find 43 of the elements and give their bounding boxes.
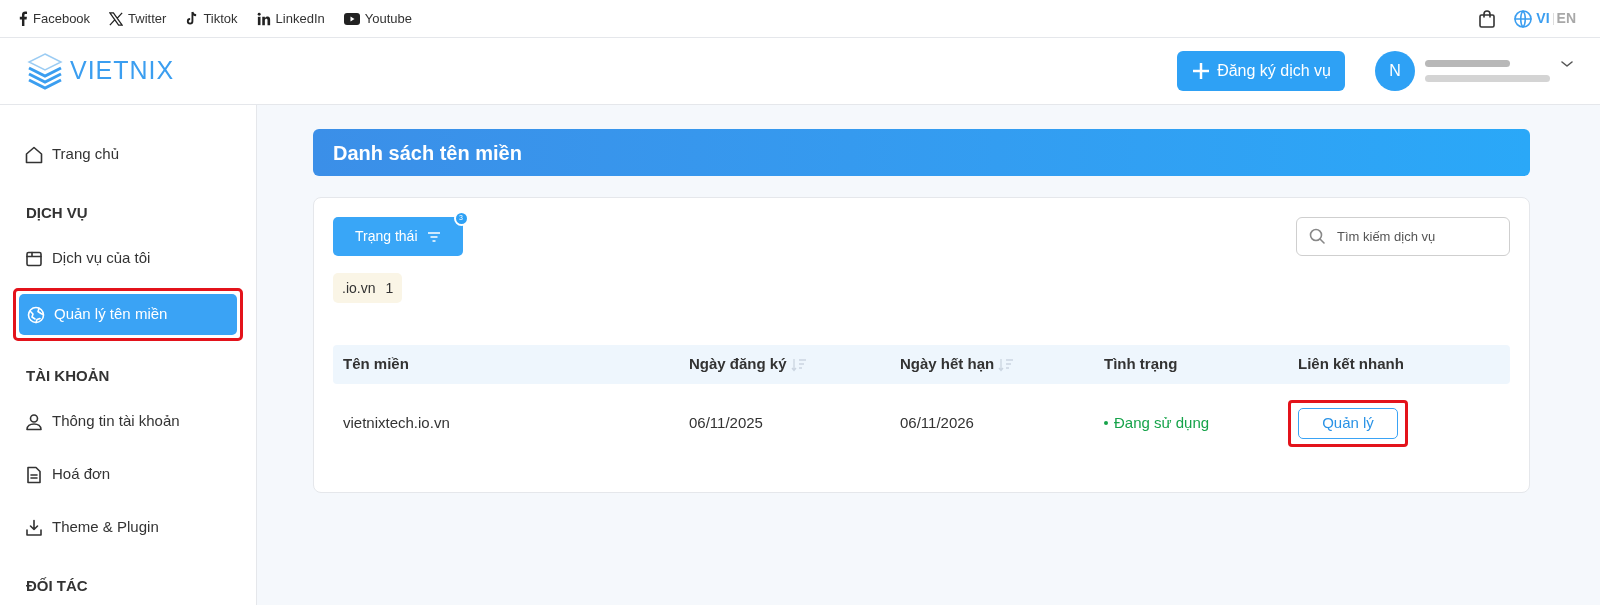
x-logo-icon [109,11,124,26]
domain-cell-text: vietnixtech.io.vn [343,412,451,433]
house-icon [24,144,44,165]
section-heading: TÀI KHOẢN [25,365,111,386]
status-text: Đang sử dụng [1114,412,1210,433]
column-header: Ngày hết hạn [900,354,995,375]
download-icon [24,517,44,538]
shopping-bag-icon[interactable] [1479,9,1496,28]
search-field[interactable]: Tìm kiếm dịch vụ [1296,217,1510,256]
filter-icon [426,230,441,243]
social-link[interactable]: Youtube [343,8,412,29]
column-header: Ngày đăng ký [689,354,787,375]
facebook-icon [18,11,28,26]
column-header: Tên miền [343,354,409,375]
filter-tag[interactable]: .io.vn 1 [333,273,403,303]
column-header: Tình trạng [1104,354,1178,375]
logo-text: VIETNIX [70,55,175,87]
globe-icon [26,304,46,325]
section-heading: DỊCH VỤ [25,202,89,223]
date-cell-text: 06/11/2025 [689,412,764,433]
social-link[interactable]: Facebook [18,8,91,29]
date-cell-text: 06/11/2026 [900,412,975,433]
sidebar-item[interactable]: Dịch vụ của tôi [16,238,240,279]
plus-icon [1191,61,1212,81]
social-link[interactable]: Twitter [109,8,167,29]
page-title-bar: Danh sách tên miền [313,129,1530,176]
social-link[interactable]: Tiktok [185,8,238,29]
sidebar-item[interactable]: Theme & Plugin [16,507,240,548]
globe-icon [1513,8,1534,29]
column-header: Liên kết nhanh [1298,354,1404,375]
section-heading: ĐỐI TÁC [25,575,89,596]
linkedin-icon [256,11,271,26]
sidebar-item[interactable]: Thông tin tài khoản [16,401,240,442]
tiktok-icon [185,11,199,26]
user-icon [24,411,44,432]
document-icon [24,464,44,485]
search-icon [1309,228,1325,244]
stacked-layers-icon [26,51,64,91]
sidebar-item[interactable]: Trang chủ [16,134,240,175]
social-link[interactable]: LinkedIn [256,8,325,29]
chevron-down-icon[interactable] [1560,59,1574,69]
youtube-icon [343,12,360,25]
sidebar-item[interactable]: Hoá đơn [16,454,240,495]
